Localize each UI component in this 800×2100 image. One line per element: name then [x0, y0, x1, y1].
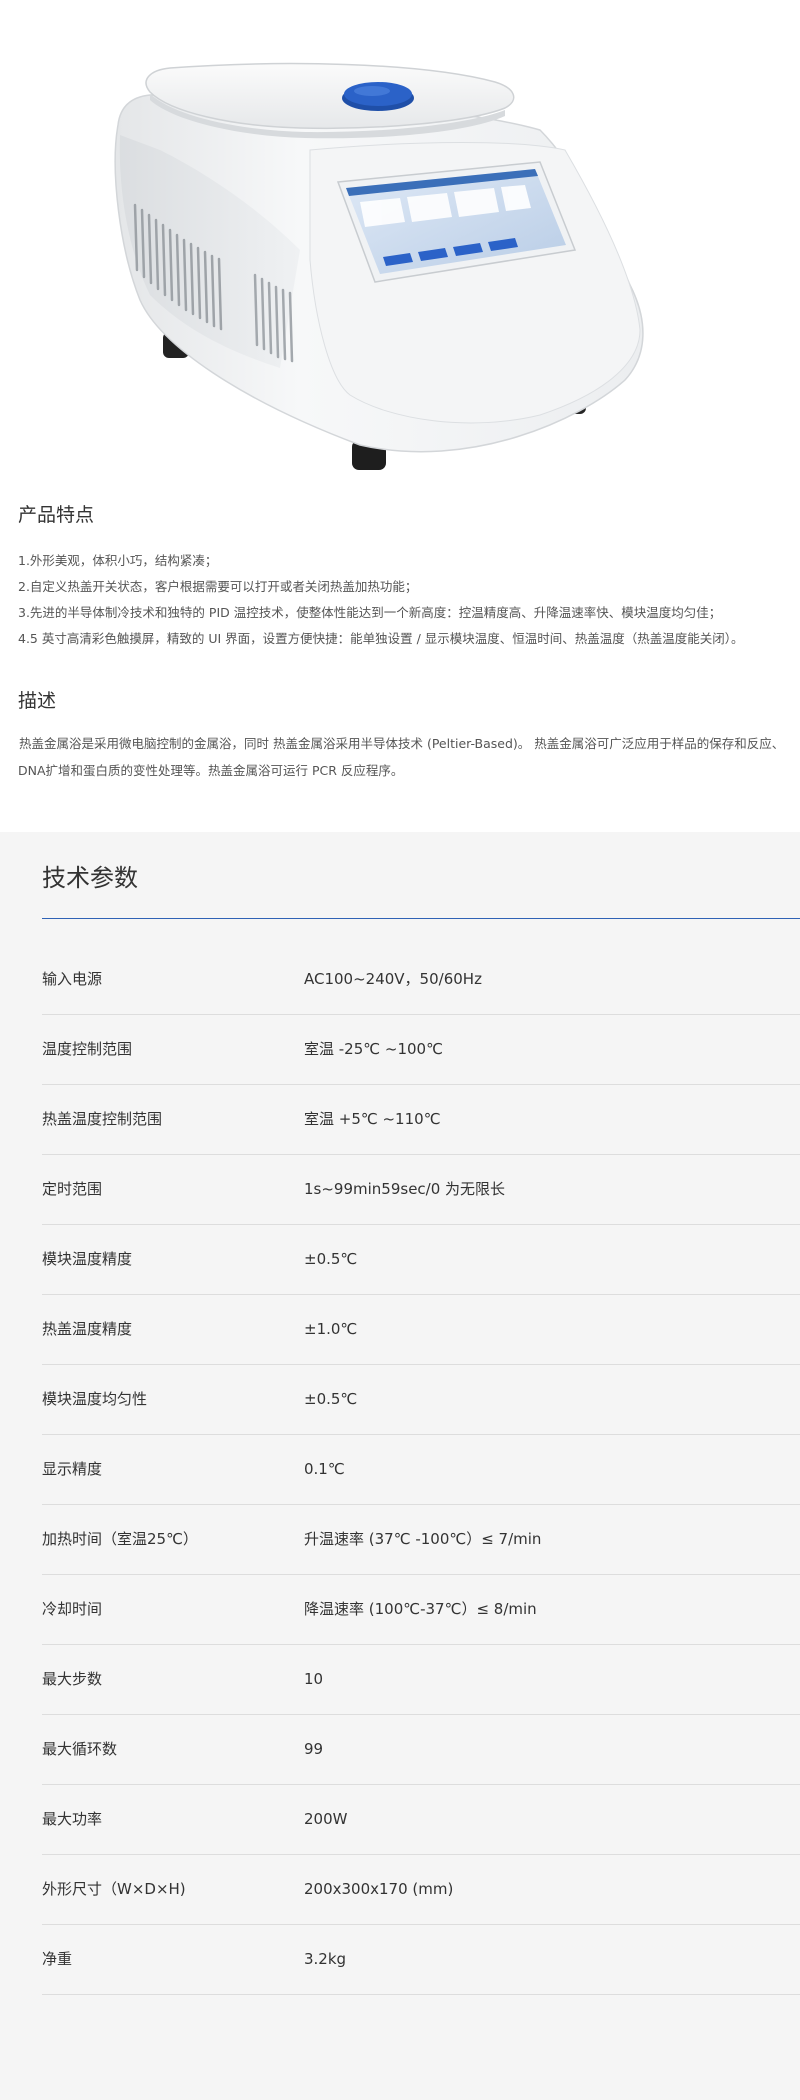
spec-value: ±0.5℃: [304, 1250, 358, 1268]
spec-row: 最大循环数 99: [42, 1714, 800, 1785]
spec-row: 输入电源 AC100~240V，50/60Hz: [42, 944, 800, 1015]
spec-label: 显示精度: [42, 1460, 103, 1478]
spec-value: 99: [304, 1740, 324, 1758]
spec-label: 最大步数: [42, 1670, 103, 1688]
spec-row: 外形尺寸（W×D×H) 200x300x170 (mm): [42, 1854, 800, 1925]
feature-item-3: 3.先进的半导体制冷技术和独特的 PID 温控技术，使整体性能达到一个新高度：控…: [18, 605, 722, 620]
spec-label: 最大功率: [42, 1810, 103, 1828]
spec-value: 升温速率 (37℃ -100℃）≤ 7/min: [304, 1530, 542, 1548]
spec-section: 技术参数 输入电源 AC100~240V，50/60Hz 温度控制范围 室温 -…: [0, 832, 800, 2100]
description-title: 描述: [18, 690, 57, 712]
description-text: 热盖金属浴是采用微电脑控制的金属浴，同时 热盖金属浴采用半导体技术 (Pelti…: [18, 736, 785, 778]
feature-item-1: 1.外形美观，体积小巧，结构紧凑；: [18, 553, 218, 568]
lid-release-button: [342, 82, 414, 111]
product-image: [0, 0, 800, 490]
spec-row: 热盖温度控制范围 室温 +5℃ ~110℃: [42, 1084, 800, 1155]
spec-title: 技术参数: [42, 864, 138, 892]
spec-label: 定时范围: [42, 1180, 103, 1198]
spec-row: 模块温度精度 ±0.5℃: [42, 1224, 800, 1295]
spec-row: 最大步数 10: [42, 1644, 800, 1715]
spec-value: 室温 +5℃ ~110℃: [304, 1110, 441, 1128]
spec-value: 室温 -25℃ ~100℃: [304, 1040, 443, 1058]
intro-section: 产品特点 1.外形美观，体积小巧，结构紧凑； 2.自定义热盖开关状态，客户根据需…: [0, 490, 800, 832]
spec-label: 加热时间（室温25℃）: [42, 1530, 198, 1548]
spec-value: 200W: [304, 1810, 348, 1828]
spec-row: 温度控制范围 室温 -25℃ ~100℃: [42, 1014, 800, 1085]
spec-label: 模块温度精度: [42, 1250, 133, 1268]
spec-row: 冷却时间 降温速率 (100℃-37℃）≤ 8/min: [42, 1574, 800, 1645]
dry-bath-device-illustration: [114, 62, 644, 470]
feature-item-4: 4.5 英寸高清彩色触摸屏，精致的 UI 界面，设置方便快捷：能单独设置 / 显…: [18, 631, 744, 646]
spec-title-divider: [42, 918, 800, 919]
spec-row: 加热时间（室温25℃） 升温速率 (37℃ -100℃）≤ 7/min: [42, 1504, 800, 1575]
spec-label: 最大循环数: [42, 1740, 118, 1758]
spec-label: 输入电源: [42, 970, 103, 988]
spec-label: 模块温度均匀性: [42, 1390, 148, 1408]
spec-value: 10: [304, 1670, 324, 1688]
spec-label: 热盖温度精度: [42, 1320, 133, 1338]
spec-value: 200x300x170 (mm): [304, 1880, 454, 1898]
spec-value: ±0.5℃: [304, 1390, 358, 1408]
spec-label: 外形尺寸（W×D×H): [42, 1880, 186, 1898]
spec-value: 1s~99min59sec/0 为无限长: [304, 1180, 506, 1198]
spec-label: 净重: [42, 1950, 73, 1968]
features-title: 产品特点: [18, 504, 95, 526]
spec-row: 定时范围 1s~99min59sec/0 为无限长: [42, 1154, 800, 1225]
feature-item-2: 2.自定义热盖开关状态，客户根据需要可以打开或者关闭热盖加热功能；: [18, 579, 418, 594]
spec-row: 显示精度 0.1℃: [42, 1434, 800, 1505]
spec-label: 冷却时间: [42, 1600, 103, 1618]
spec-label: 热盖温度控制范围: [42, 1110, 163, 1128]
spec-row: 模块温度均匀性 ±0.5℃: [42, 1364, 800, 1435]
spec-row: 净重 3.2kg: [42, 1924, 800, 1995]
product-page: 产品特点 1.外形美观，体积小巧，结构紧凑； 2.自定义热盖开关状态，客户根据需…: [0, 0, 800, 2100]
spec-label: 温度控制范围: [42, 1040, 133, 1058]
spec-value: 0.1℃: [304, 1460, 345, 1478]
spec-value: AC100~240V，50/60Hz: [304, 970, 482, 988]
spec-row: 热盖温度精度 ±1.0℃: [42, 1294, 800, 1365]
spec-value: 降温速率 (100℃-37℃）≤ 8/min: [304, 1600, 537, 1618]
spec-row: 最大功率 200W: [42, 1784, 800, 1855]
spec-value: ±1.0℃: [304, 1320, 358, 1338]
spec-value: 3.2kg: [304, 1950, 347, 1968]
